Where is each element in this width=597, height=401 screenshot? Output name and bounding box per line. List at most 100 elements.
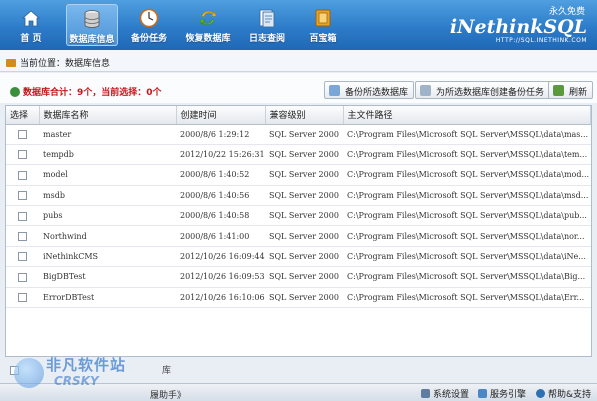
table-row[interactable]: Northwind 2000/8/6 1:41:00 SQL Server 20… [6,225,591,247]
row-checkbox[interactable] [18,150,27,160]
table-row[interactable]: pubs 2000/8/6 1:40:58 SQL Server 2000 C:… [6,205,591,227]
table-row[interactable]: BigDBTest 2012/10/26 16:09:53 SQL Server… [6,266,591,288]
db-name-cell: tempdb [39,144,176,166]
refresh-label: 刷新 [569,88,588,98]
db-name-cell: Northwind [39,225,176,247]
table-row[interactable]: master 2000/8/6 1:29:12 SQL Server 2000 … [6,124,591,145]
column-header-name[interactable]: 数据库名称 [39,106,177,125]
brand-url: HTTP://SQL.INETHINK.COM [495,37,587,44]
db-name-cell: model [39,164,176,186]
system-settings-label: 系统设置 [433,390,470,400]
clock-icon [139,8,159,28]
column-header-created[interactable]: 创建时间 [176,106,266,125]
row-checkbox[interactable] [18,170,27,180]
system-settings-link[interactable]: 系统设置 [421,387,469,400]
db-created-cell: 2000/8/6 1:40:58 [176,205,265,227]
backup-selected-button[interactable]: 备份所选数据库 [324,81,415,99]
database-summary: 数据库合计：9个，当前选择：0个 [10,85,162,98]
service-engine-link[interactable]: 服务引擎 [478,387,526,400]
column-header-path[interactable]: 主文件路径 [343,106,591,125]
table-row[interactable]: msdb 2000/8/6 1:40:56 SQL Server 2000 C:… [6,185,591,207]
row-select-cell [6,205,39,227]
toolbar-home-label: 首 页 [20,34,42,44]
db-compat-cell: SQL Server 2000 [265,144,343,166]
service-icon [478,389,487,398]
db-created-cell: 2012/10/26 16:09:53 [176,266,265,288]
row-checkbox[interactable] [18,211,27,221]
db-path-cell: C:\Program Files\Microsoft SQL Server\MS… [343,266,591,288]
db-path-cell: C:\Program Files\Microsoft SQL Server\MS… [343,164,591,186]
row-select-cell [6,185,39,207]
toolbar-toolbox-button[interactable]: 百宝箱 [300,4,346,46]
task-icon [420,85,431,96]
row-select-cell [6,124,39,145]
location-icon [6,59,16,67]
settings-icon [421,389,430,398]
db-path-cell: C:\Program Files\Microsoft SQL Server\MS… [343,225,591,247]
home-icon [21,10,41,27]
backup-selected-label: 备份所选数据库 [345,88,409,98]
db-created-cell: 2000/8/6 1:41:00 [176,225,265,247]
row-checkbox[interactable] [18,252,27,262]
create-backup-task-label: 为所选数据库创建备份任务 [436,88,545,98]
top-toolbar: 首 页 数据库信息 备份任务 恢复数据库 日志查阅 百宝箱 永久免费 iNeth… [0,0,597,50]
brand-name: iNethinkSQL [449,16,587,38]
restore-icon [199,10,217,26]
breadcrumb-current: 数据库信息 [65,59,111,69]
db-compat-cell: SQL Server 2000 [265,185,343,207]
table-row[interactable]: iNethinkCMS 2012/10/26 16:09:44 SQL Serv… [6,246,591,268]
db-name-cell: msdb [39,185,176,207]
toolbar-backup-tasks-label: 备份任务 [130,34,167,44]
db-compat-cell: SQL Server 2000 [265,164,343,186]
row-checkbox[interactable] [18,272,27,282]
brand-logo: 永久免费 iNethinkSQL HTTP://SQL.INETHINK.COM [447,4,587,46]
toolbar-backup-tasks-button[interactable]: 备份任务 [126,4,172,46]
row-checkbox[interactable] [18,191,27,201]
row-checkbox[interactable] [18,129,27,139]
db-path-cell: C:\Program Files\Microsoft SQL Server\MS… [343,205,591,227]
db-path-cell: C:\Program Files\Microsoft SQL Server\MS… [343,246,591,268]
help-support-link[interactable]: 帮助&支持 [536,387,591,400]
toolbox-icon [315,9,331,27]
row-checkbox[interactable] [18,231,27,241]
toolbar-home-button[interactable]: 首 页 [8,4,54,46]
watermark-sub-text: CRSKY [54,374,99,388]
table-header-row: 选择 数据库名称 创建时间 兼容级别 主文件路径 [6,106,591,125]
toolbar-database-info-label: 数据库信息 [69,35,115,45]
row-select-cell [6,225,39,247]
create-backup-task-button[interactable]: 为所选数据库创建备份任务 [415,81,551,99]
column-header-compat[interactable]: 兼容级别 [265,106,344,125]
db-name-cell: pubs [39,205,176,227]
toolbar-log-view-button[interactable]: 日志查阅 [242,4,292,46]
row-checkbox[interactable] [18,293,27,303]
db-compat-cell: SQL Server 2000 [265,266,343,288]
database-count-icon [10,87,20,97]
db-compat-cell: SQL Server 2000 [265,246,343,268]
db-created-cell: 2012/10/22 15:26:31 [176,144,265,166]
table-row[interactable]: model 2000/8/6 1:40:52 SQL Server 2000 C… [6,164,591,186]
toolbar-restore-database-button[interactable]: 恢复数据库 [182,4,234,46]
table-row[interactable]: ErrorDBTest 2012/10/26 16:10:06 SQL Serv… [6,287,591,309]
row-select-cell [6,164,39,186]
toolbar-log-view-label: 日志查阅 [248,34,285,44]
service-engine-label: 服务引擎 [490,390,527,400]
refresh-button[interactable]: 刷新 [548,81,594,99]
row-select-cell [6,287,39,309]
toolbar-restore-database-label: 恢复数据库 [185,34,231,44]
db-path-cell: C:\Program Files\Microsoft SQL Server\MS… [343,287,591,309]
refresh-icon [553,85,564,96]
db-path-cell: C:\Program Files\Microsoft SQL Server\MS… [343,124,591,145]
action-bar: 数据库合计：9个，当前选择：0个 备份所选数据库 为所选数据库创建备份任务 刷新 [0,73,597,103]
db-created-cell: 2000/8/6 1:40:52 [176,164,265,186]
database-icon [84,10,100,28]
toolbar-database-info-button[interactable]: 数据库信息 [66,4,118,46]
db-name-cell: ErrorDBTest [39,287,176,309]
breadcrumb: 当前位置：数据库信息 [0,50,597,72]
db-compat-cell: SQL Server 2000 [265,287,343,309]
db-name-cell: master [39,124,176,145]
watermark: 非凡软件站 CRSKY [14,352,164,398]
db-compat-cell: SQL Server 2000 [265,225,343,247]
table-row[interactable]: tempdb 2012/10/22 15:26:31 SQL Server 20… [6,144,591,166]
column-header-select[interactable]: 选择 [6,106,40,125]
database-table: 选择 数据库名称 创建时间 兼容级别 主文件路径 master 2000/8/6… [5,105,592,357]
